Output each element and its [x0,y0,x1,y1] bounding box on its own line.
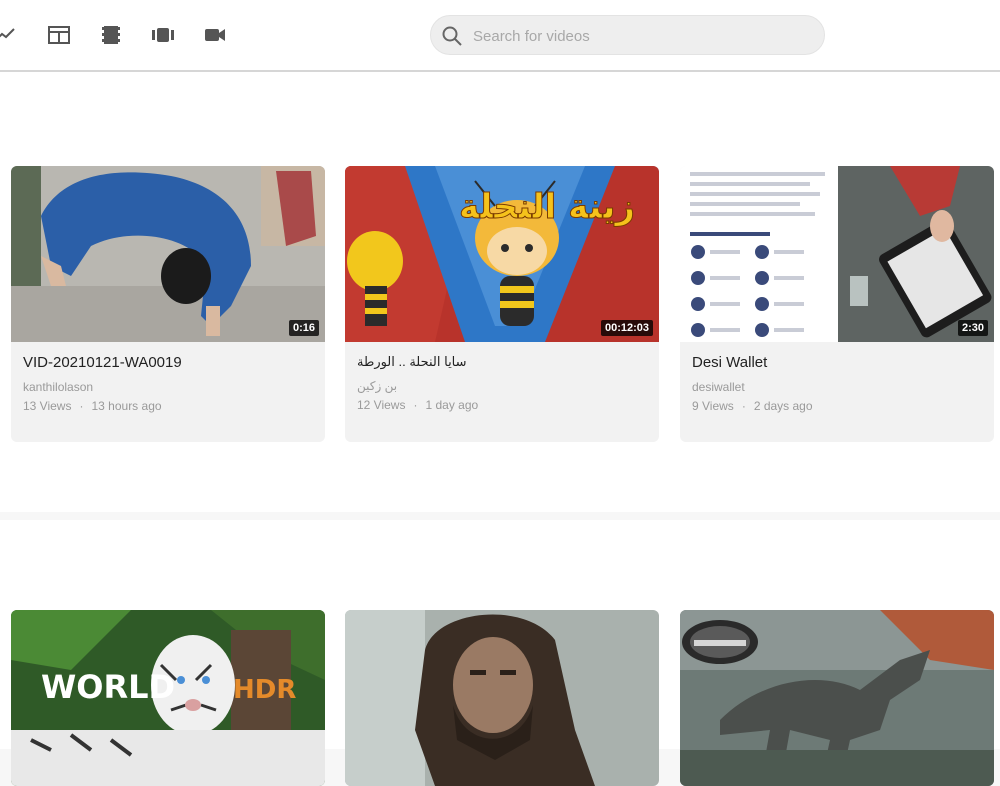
video-thumbnail[interactable]: WORLD HDR [11,610,325,786]
search-bar[interactable] [430,15,825,55]
video-thumbnail[interactable]: زينة النحلة 00:12:03 [345,166,659,342]
video-thumbnail[interactable] [680,610,994,786]
channel-name[interactable]: desiwallet [692,380,982,394]
duration-badge: 2:30 [957,320,988,336]
thumbnail-hdr-text: HDR [233,675,296,705]
video-title[interactable]: VID-20210121-WA0019 [23,354,313,371]
video-camera-icon[interactable] [203,24,227,46]
upload-age: 1 day ago [425,398,479,412]
duration-badge: 00:12:03 [600,320,653,336]
search-input[interactable] [471,22,815,50]
upload-age: 2 days ago [753,399,813,413]
thumbnail-world-text: WORLD [41,668,175,706]
view-count: 9 Views [692,399,734,413]
video-title[interactable]: Desi Wallet [692,354,982,371]
video-card[interactable]: زينة النحلة 00:12:03 سايا النحلة .. الور… [345,166,659,442]
top-bar [0,0,1000,72]
video-title[interactable]: سايا النحلة .. الورطة [357,354,647,370]
video-thumbnail[interactable]: 2:30 [680,166,994,342]
trending-icon[interactable] [0,24,18,46]
separator: · [741,399,746,413]
view-count: 12 Views [357,398,406,412]
video-stats: 12 Views · 1 day ago [357,398,647,412]
search-icon[interactable] [441,25,463,47]
upload-age: 13 hours ago [91,399,162,413]
layout-icon[interactable] [47,24,71,46]
channel-name[interactable]: بن زكين [357,379,647,393]
separator: · [413,398,418,412]
video-thumbnail[interactable]: 0:16 [11,166,325,342]
video-carousel-icon[interactable] [151,24,175,46]
video-card[interactable]: 0:16 VID-20210121-WA0019 kanthilolason 1… [11,166,325,442]
view-count: 13 Views [23,399,72,413]
video-card[interactable]: 2:30 Desi Wallet desiwallet 9 Views · 2 da… [680,166,994,442]
video-card[interactable]: WORLD HDR [11,610,325,786]
video-thumbnail[interactable] [345,610,659,786]
duration-badge: 0:16 [288,320,319,336]
film-strip-icon[interactable] [99,24,123,46]
separator: · [79,399,84,413]
video-card[interactable] [345,610,659,786]
thumbnail-title-text: زينة النحلة [459,187,635,227]
channel-name[interactable]: kanthilolason [23,380,313,394]
video-stats: 13 Views · 13 hours ago [23,399,313,413]
video-card[interactable] [680,610,994,786]
video-stats: 9 Views · 2 days ago [692,399,982,413]
